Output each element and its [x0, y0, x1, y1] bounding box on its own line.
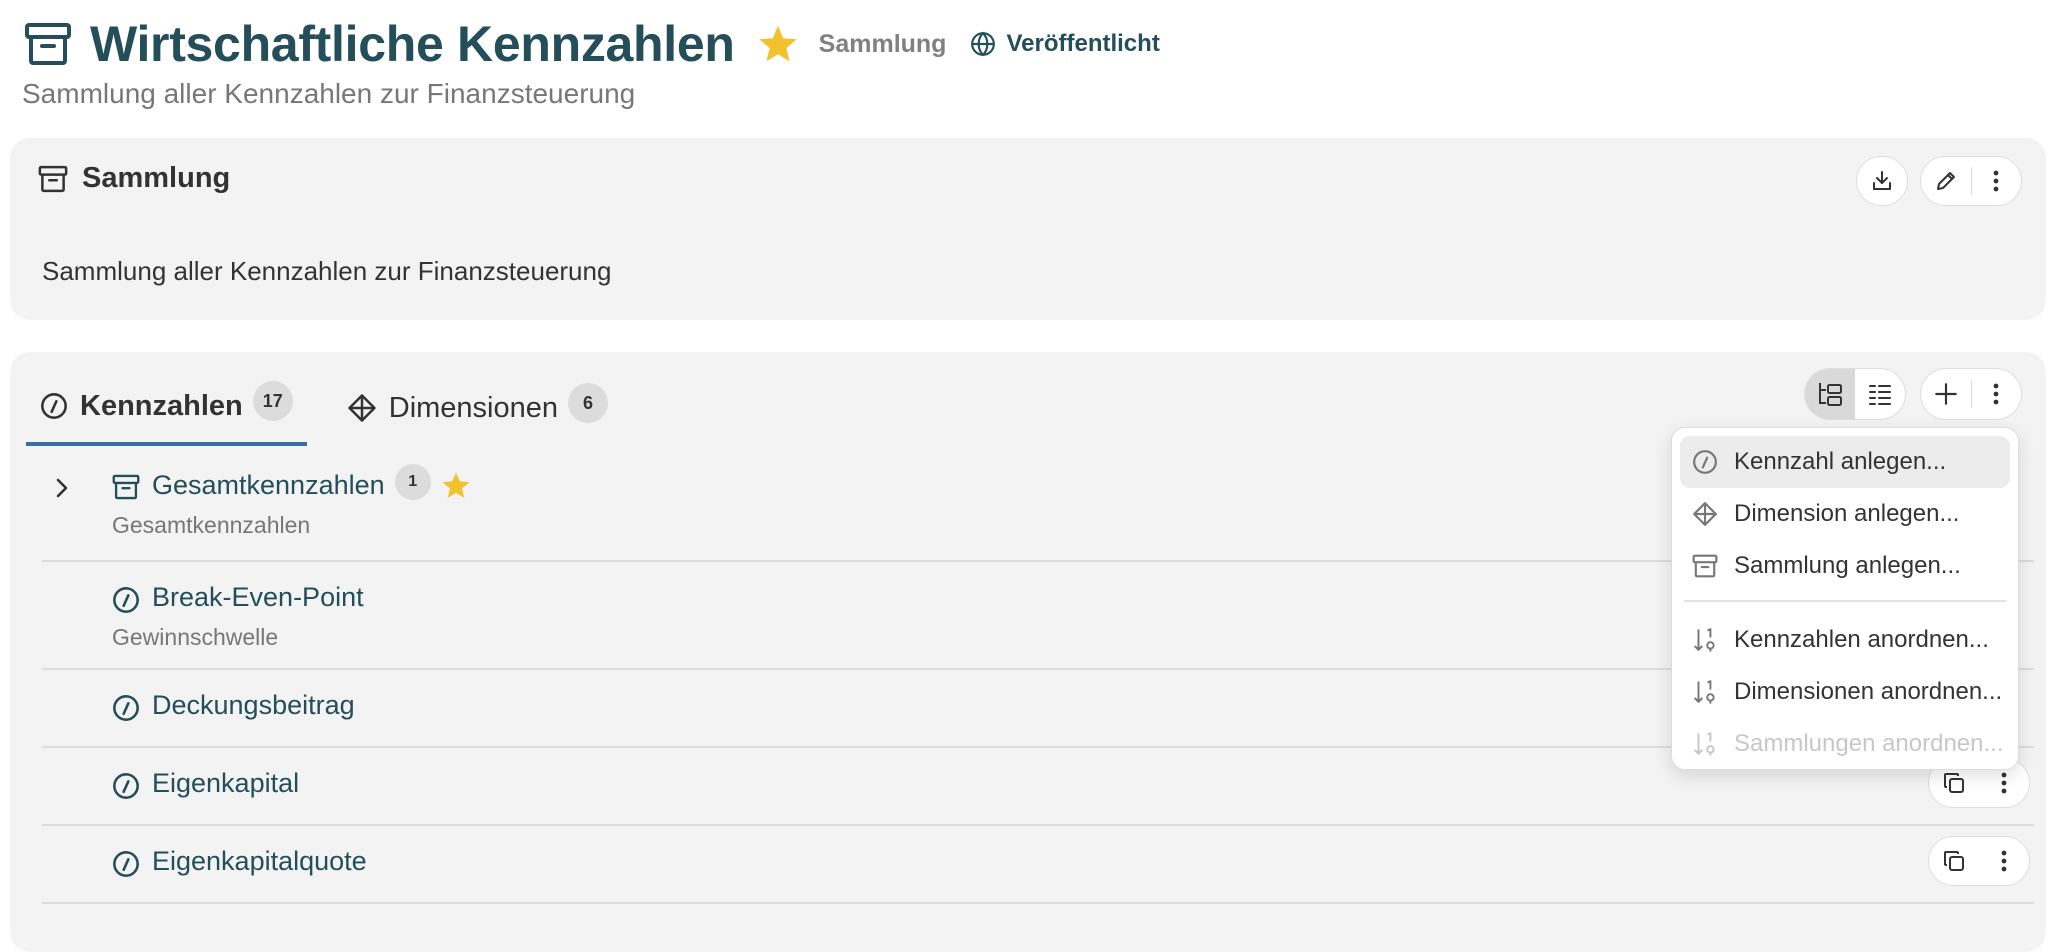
tab-bar: Kennzahlen 17 Dimensionen 6 — [26, 370, 622, 446]
more-vertical-icon — [2001, 772, 2007, 794]
list-item[interactable]: Eigenkapitalquote — [42, 826, 2034, 904]
info-card-title: Sammlung — [82, 162, 231, 194]
globe-icon — [971, 31, 996, 57]
sort-icon — [1694, 732, 1715, 756]
list-item-subtitle: Gewinnschwelle — [112, 624, 279, 650]
chevron-right-icon[interactable] — [54, 476, 70, 505]
menu-item-label: Dimensionen anordnen... — [1734, 678, 2003, 705]
menu-item-label: Kennzahlen anordnen... — [1734, 626, 1989, 653]
tree-view-icon — [1819, 383, 1842, 406]
status-badge: Veröffentlicht — [970, 30, 1160, 58]
list-item-name[interactable]: Break-Even-Point — [152, 582, 364, 613]
more-vertical-icon — [1993, 383, 1999, 405]
menu-item-label: Sammlungen anordnen... — [1734, 730, 2004, 757]
gauge-icon — [1693, 450, 1717, 474]
row-actions — [1928, 836, 2030, 886]
menu-divider — [1684, 600, 2006, 602]
gauge-icon — [112, 694, 140, 727]
list-item-label[interactable]: Gesamtkennzahlen — [152, 470, 385, 501]
menu-item-sort-kpis[interactable]: Kennzahlen anordnen... — [1680, 614, 2010, 666]
more-button[interactable] — [1972, 383, 2022, 405]
download-button[interactable] — [1856, 156, 1908, 206]
count-badge: 1 — [394, 463, 431, 500]
menu-item-label: Kennzahl anlegen... — [1734, 448, 1947, 475]
duplicate-button[interactable] — [1929, 849, 1979, 873]
duplicate-button[interactable] — [1929, 771, 1979, 795]
page-title: Wirtschaftliche Kennzahlen — [90, 16, 735, 72]
add-dropdown-menu: Kennzahl anlegen... Dimension anlegen...… — [1671, 427, 2019, 770]
more-button[interactable] — [1979, 772, 2029, 794]
more-button[interactable] — [1972, 170, 2022, 192]
favorite-star-icon[interactable] — [441, 471, 471, 500]
list-view-icon — [1869, 385, 1891, 405]
page-subtitle: Sammlung aller Kennzahlen zur Finanzsteu… — [22, 78, 636, 109]
tab-kennzahlen[interactable]: Kennzahlen 17 — [26, 370, 307, 446]
list-item-name[interactable]: Eigenkapitalquote — [152, 846, 367, 877]
gauge-icon — [112, 772, 140, 805]
plus-icon — [1934, 383, 1957, 405]
list-item-name[interactable]: Gesamtkennzahlen 1 — [152, 463, 471, 501]
tab-label: Kennzahlen — [80, 389, 243, 422]
list-item-name[interactable]: Deckungsbeitrag — [152, 690, 355, 721]
list-view-button[interactable] — [1855, 369, 1905, 419]
list-item-subtitle: Gesamtkennzahlen — [112, 512, 311, 538]
copy-icon — [1944, 851, 1964, 871]
more-vertical-icon — [2001, 850, 2007, 872]
archive-icon — [1692, 554, 1718, 578]
menu-item-sort-collections: Sammlungen anordnen... — [1680, 718, 2010, 770]
menu-item-label: Dimension anlegen... — [1734, 500, 1960, 527]
sort-icon — [1694, 680, 1715, 704]
archive-icon — [112, 474, 140, 505]
download-icon — [1873, 171, 1891, 190]
gauge-icon — [112, 850, 140, 883]
menu-item-sort-dimensions[interactable]: Dimensionen anordnen... — [1680, 666, 2010, 718]
menu-item-label: Sammlung anlegen... — [1734, 552, 1961, 579]
add-more-button-group — [1920, 368, 2022, 420]
more-vertical-icon — [1993, 170, 1999, 192]
diamond-icon — [348, 394, 376, 422]
tab-label: Dimensionen — [388, 391, 559, 424]
edit-more-button-group — [1920, 156, 2022, 206]
type-label: Sammlung — [818, 29, 947, 58]
add-button[interactable] — [1921, 381, 1971, 407]
sort-icon — [1694, 628, 1715, 652]
more-button[interactable] — [1979, 850, 2029, 872]
page-header: Wirtschaftliche Kennzahlen Sammlung Verö… — [22, 14, 1160, 74]
archive-icon — [22, 18, 74, 70]
archive-icon — [38, 165, 68, 192]
count-badge: 6 — [568, 383, 609, 423]
favorite-star-icon[interactable] — [757, 22, 801, 66]
status-label: Veröffentlicht — [1006, 30, 1160, 57]
gauge-icon — [112, 586, 140, 619]
gauge-icon — [41, 393, 67, 419]
info-card: Sammlung Sammlung aller Kennzahlen zur F… — [10, 138, 2046, 320]
info-card-header: Sammlung — [38, 162, 230, 195]
menu-item-create-kpi[interactable]: Kennzahl anlegen... — [1680, 436, 2010, 488]
list-item-name[interactable]: Eigenkapital — [152, 768, 299, 799]
menu-item-create-collection[interactable]: Sammlung anlegen... — [1680, 540, 2010, 592]
info-card-description: Sammlung aller Kennzahlen zur Finanzsteu… — [42, 256, 612, 286]
edit-button[interactable] — [1921, 169, 1971, 193]
tab-dimensionen[interactable]: Dimensionen 6 — [333, 370, 622, 446]
tree-view-button[interactable] — [1805, 369, 1855, 419]
pencil-icon — [1936, 172, 1955, 190]
copy-icon — [1944, 773, 1964, 793]
view-toggle — [1804, 368, 1906, 420]
menu-item-create-dimension[interactable]: Dimension anlegen... — [1680, 488, 2010, 540]
diamond-icon — [1693, 502, 1717, 526]
count-badge: 17 — [252, 381, 293, 421]
